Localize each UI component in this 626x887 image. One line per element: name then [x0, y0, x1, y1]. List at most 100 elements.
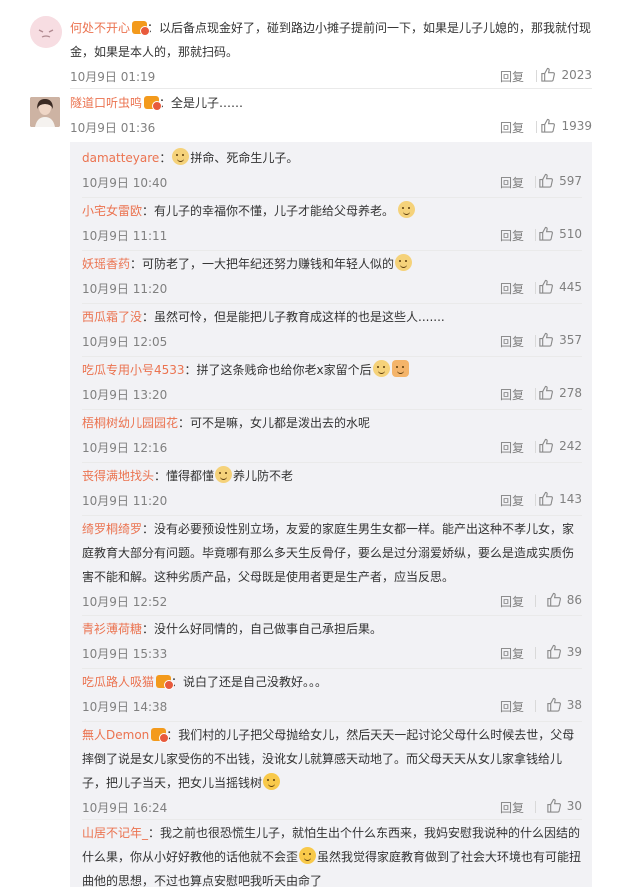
divider [70, 88, 592, 89]
reply-button[interactable]: 回复 [500, 439, 524, 456]
vip-badge-icon [144, 96, 163, 111]
divider [535, 647, 536, 659]
reply-meta: 10月9日 10:40 回复 597 [82, 170, 582, 196]
like-button[interactable]: 357 [538, 332, 582, 347]
reply-button[interactable]: 回复 [500, 698, 524, 715]
thumbs-up-icon [541, 118, 556, 133]
divider [82, 819, 582, 820]
reply-username[interactable]: 梧桐树幼儿园园花 [82, 416, 178, 430]
reply-time: 10月9日 14:38 [82, 700, 168, 714]
comment-meta: 10月9日 01:36 回复 1939 [70, 115, 592, 141]
reply-username[interactable]: 丧得满地找头 [82, 469, 154, 483]
reply-username[interactable]: 青衫薄荷糖 [82, 622, 142, 636]
vip-badge-icon [151, 728, 170, 743]
reply-item: 小宅女雷欧：有儿子的幸福你不懂，儿子才能给父母养老。 10月9日 11:11 回… [82, 199, 582, 249]
cat-emoji-icon [215, 466, 233, 483]
like-button[interactable]: 38 [546, 697, 582, 712]
reply-username[interactable]: 西瓜霜了没 [82, 310, 142, 324]
reply-button[interactable]: 回复 [500, 593, 524, 610]
reply-button[interactable]: 回复 [500, 799, 524, 816]
divider [535, 335, 536, 347]
divider [536, 70, 537, 82]
reply-text: 吃瓜路人吸猫 ：说白了还是自己没教好。。。 [82, 670, 582, 694]
reply-button[interactable]: 回复 [500, 227, 524, 244]
divider [535, 441, 536, 453]
reply-meta: 10月9日 14:38 回复 38 [82, 694, 582, 720]
comment-time: 10月9日 01:36 [70, 121, 156, 135]
reply-text: 丧得满地找头：懂得都懂 养儿防不老 [82, 464, 582, 488]
like-count: 38 [566, 697, 582, 712]
like-button[interactable]: 278 [538, 385, 582, 400]
thumbs-up-icon [539, 173, 554, 188]
reply-text: 無人Demon ：我们村的儿子把父母抛给女儿，然后天天一起讨论父母什么时候去世，父… [82, 723, 582, 795]
reply-username[interactable]: 吃瓜专用小号4533 [82, 363, 185, 377]
reply-button[interactable]: 回复 [500, 119, 524, 136]
reply-content-tail: 养儿防不老 [233, 469, 294, 483]
reply-button[interactable]: 回复 [500, 280, 524, 297]
reply-item: 西瓜霜了没：虽然可怜，但是能把儿子教育成这样的也是这些人....... 10月9… [82, 305, 582, 355]
reply-item: 山居不记年_：我之前也很恐慌生儿子，就怕生出个什么东西来，我妈安慰我说种的什么因… [82, 821, 582, 887]
like-button[interactable]: 510 [538, 226, 582, 241]
comment-time: 10月9日 01:19 [70, 70, 156, 84]
reply-button[interactable]: 回复 [500, 492, 524, 509]
like-button[interactable]: 597 [538, 173, 582, 188]
divider [535, 494, 536, 506]
reply-button[interactable]: 回复 [500, 174, 524, 191]
like-button[interactable]: 242 [538, 438, 582, 453]
reply-item: 無人Demon ：我们村的儿子把父母抛给女儿，然后天天一起讨论父母什么时候去世，父… [82, 723, 582, 821]
reply-text: 西瓜霜了没：虽然可怜，但是能把儿子教育成这样的也是这些人....... [82, 305, 582, 329]
reply-button[interactable]: 回复 [500, 645, 524, 662]
like-count: 143 [559, 491, 582, 506]
like-button[interactable]: 30 [546, 798, 582, 813]
like-count: 242 [559, 438, 582, 453]
divider [82, 721, 582, 722]
avatar[interactable] [30, 16, 62, 48]
reply-time: 10月9日 11:20 [82, 282, 168, 296]
divider [82, 515, 582, 516]
reply-button[interactable]: 回复 [500, 386, 524, 403]
like-button[interactable]: 2023 [540, 67, 592, 82]
avatar[interactable] [30, 97, 60, 127]
thumbs-up-icon [547, 798, 561, 813]
like-count: 597 [559, 173, 582, 188]
like-button[interactable]: 143 [538, 491, 582, 506]
reply-text: 山居不记年_：我之前也很恐慌生儿子，就怕生出个什么东西来，我妈安慰我说种的什么因… [82, 821, 582, 887]
reply-content: ：可防老了，一大把年纪还努力赚钱和年轻人似的 [130, 257, 395, 271]
reply-meta: 10月9日 11:20 回复 445 [82, 276, 582, 302]
like-button[interactable]: 445 [538, 279, 582, 294]
like-count: 2023 [561, 67, 592, 82]
comment-username[interactable]: 何处不开心 [70, 21, 130, 35]
reply-item: 吃瓜路人吸猫 ：说白了还是自己没教好。。。 10月9日 14:38 回复 38 [82, 670, 582, 720]
reply-text: 青衫薄荷糖：没什么好同情的，自己做事自己承担后果。 [82, 617, 582, 641]
reply-username[interactable]: 绮罗桐绮罗 [82, 522, 142, 536]
reply-meta: 10月9日 12:16 回复 242 [82, 435, 582, 461]
reply-item: damatteyare： 拼命、死命生儿子。 10月9日 10:40 回复 597 [82, 146, 582, 196]
reply-username[interactable]: 無人Demon [82, 728, 149, 742]
comment-username[interactable]: 隧道口听虫鸣 [70, 96, 142, 110]
reply-username[interactable]: 妖瑶香药 [82, 257, 130, 271]
cat-emoji-icon [172, 148, 190, 165]
reply-time: 10月9日 10:40 [82, 176, 168, 190]
like-count: 357 [559, 332, 582, 347]
reply-time: 10月9日 12:52 [82, 595, 168, 609]
thumbs-up-icon [539, 438, 554, 453]
reply-time: 10月9日 11:11 [82, 229, 168, 243]
reply-content: ：有儿子的幸福你不懂，儿子才能给父母养老。 [142, 204, 395, 218]
like-button[interactable]: 39 [546, 644, 582, 659]
divider [536, 121, 537, 133]
reply-button[interactable]: 回复 [500, 333, 524, 350]
reply-time: 10月9日 12:05 [82, 335, 168, 349]
reply-username[interactable]: 吃瓜路人吸猫 [82, 675, 154, 689]
reply-username[interactable]: damatteyare [82, 151, 159, 165]
like-button[interactable]: 86 [546, 592, 582, 607]
like-button[interactable]: 1939 [540, 118, 592, 133]
divider [82, 250, 582, 251]
divider [535, 282, 536, 294]
reply-button[interactable]: 回复 [500, 68, 524, 85]
divider [82, 197, 582, 198]
reply-meta: 10月9日 11:20 回复 143 [82, 488, 582, 514]
reply-time: 10月9日 13:20 [82, 388, 168, 402]
reply-username[interactable]: 山居不记年_ [82, 826, 148, 840]
reply-item: 青衫薄荷糖：没什么好同情的，自己做事自己承担后果。 10月9日 15:33 回复… [82, 617, 582, 667]
reply-username[interactable]: 小宅女雷欧 [82, 204, 142, 218]
